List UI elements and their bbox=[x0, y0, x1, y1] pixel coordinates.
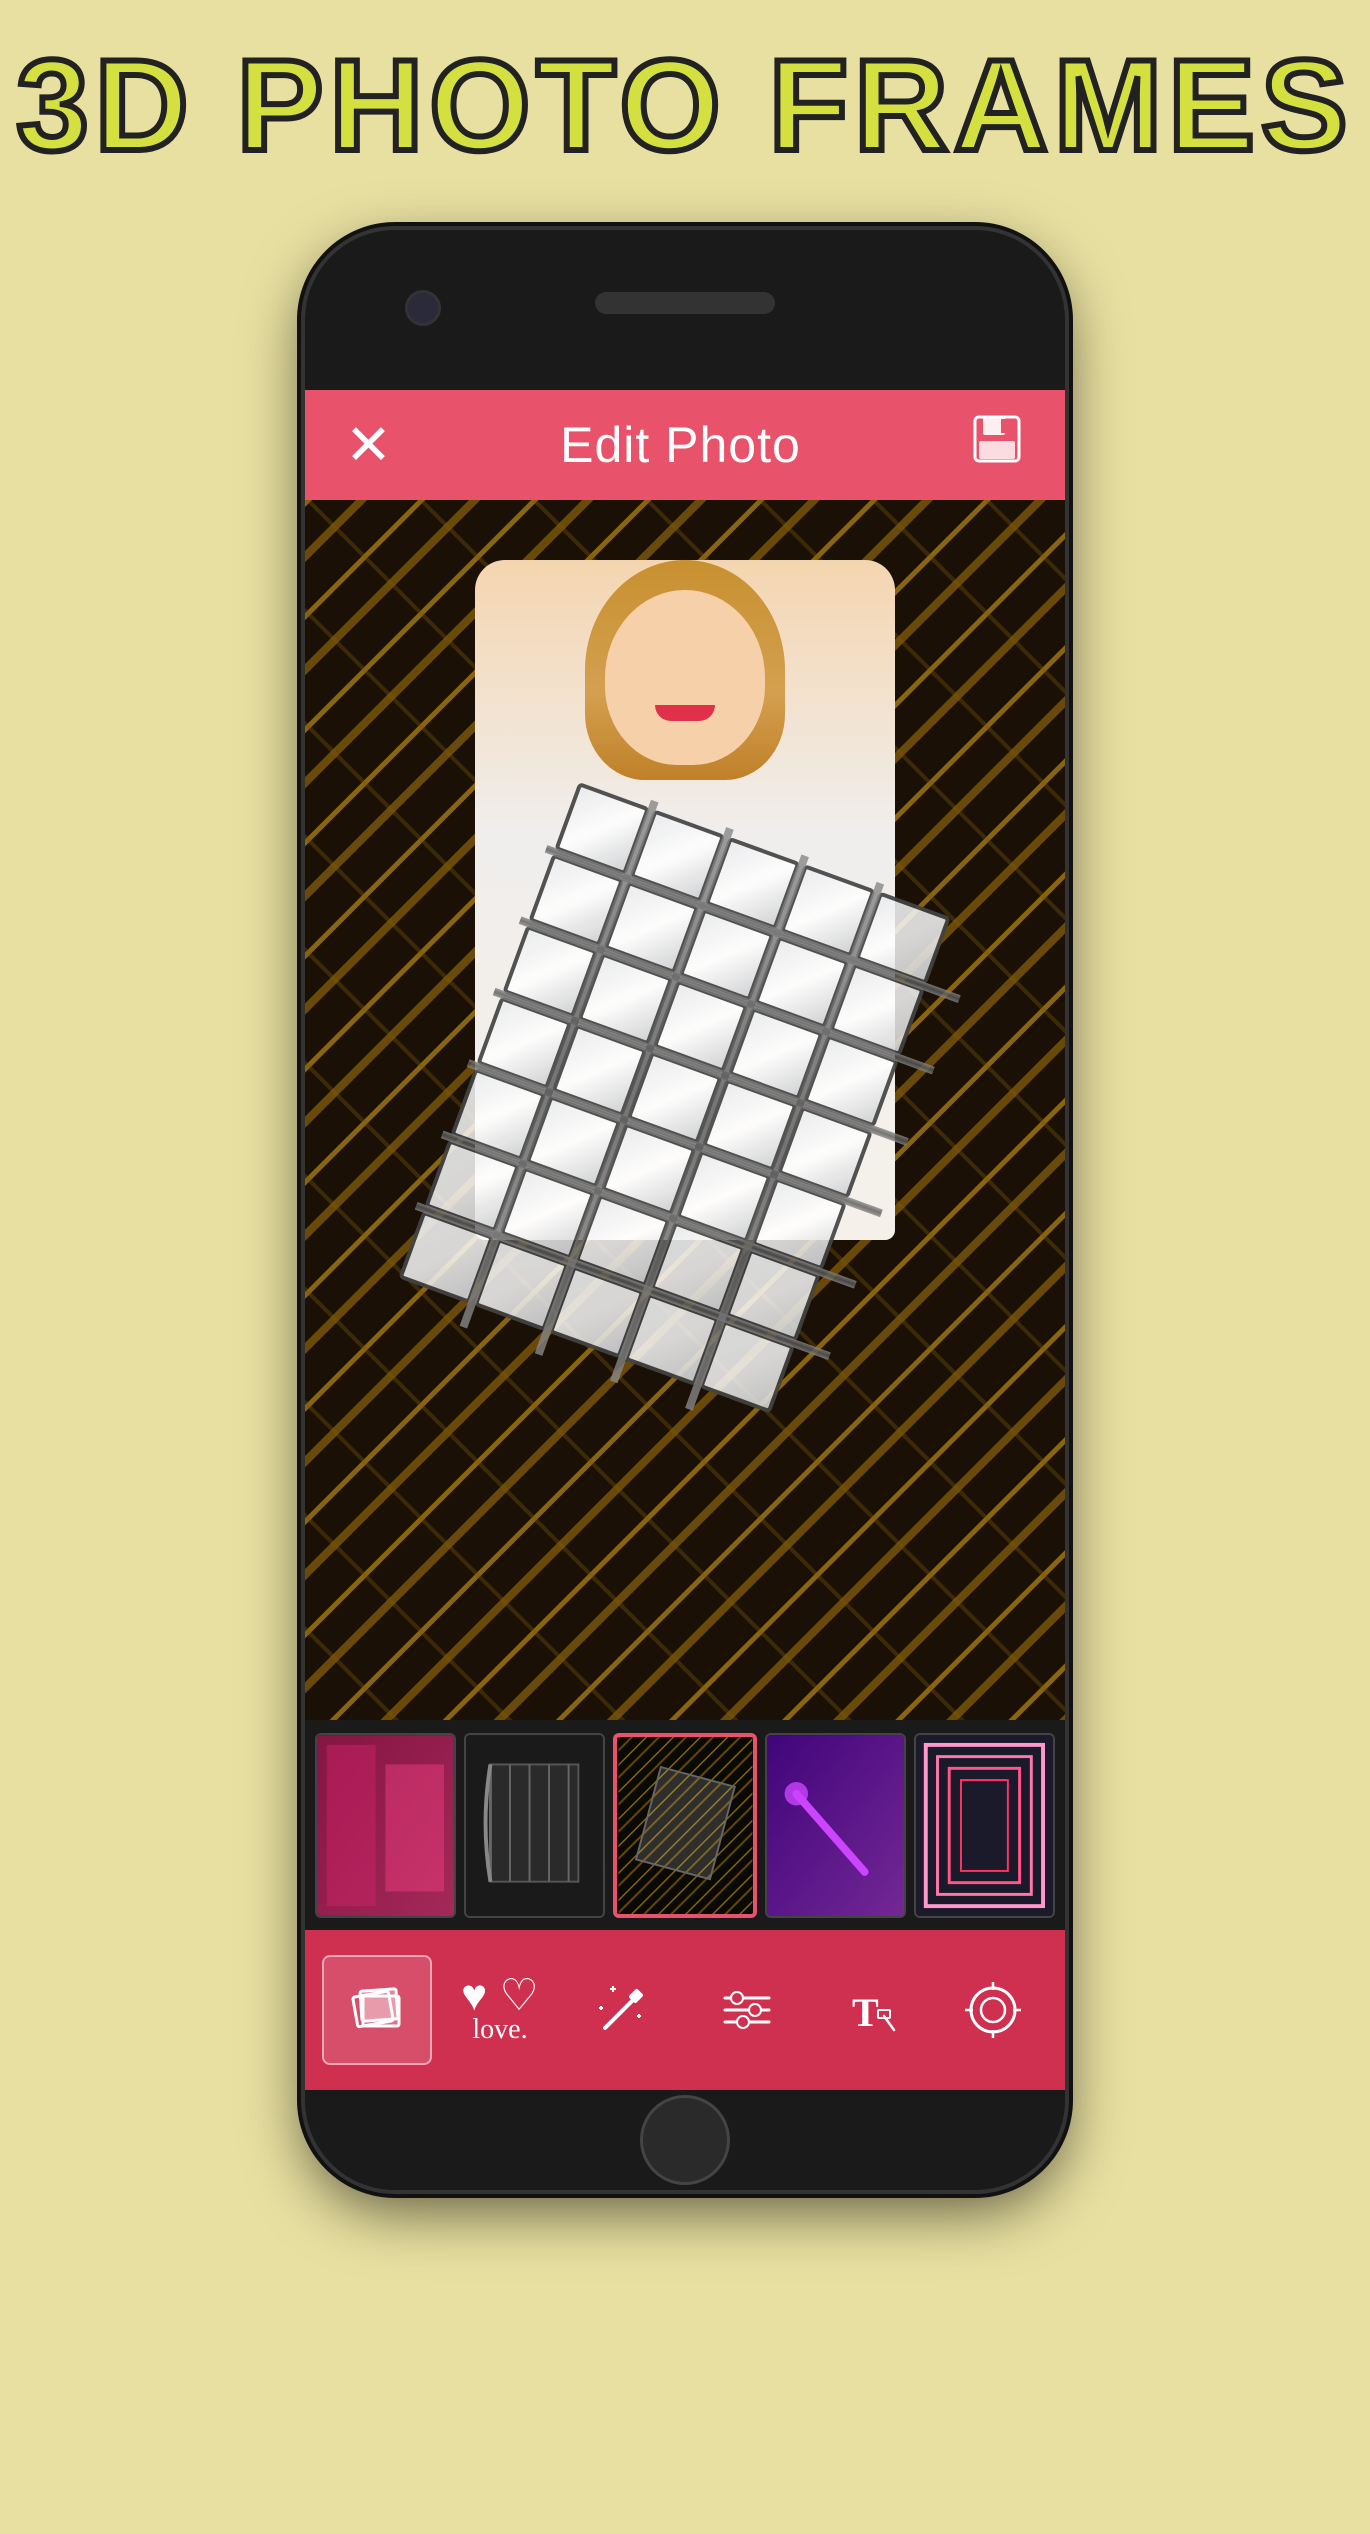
wand-icon bbox=[593, 1980, 653, 2040]
phone-container: ✕ Edit Photo bbox=[285, 230, 1085, 2330]
front-camera bbox=[405, 290, 441, 326]
adjust-icon bbox=[717, 1980, 777, 2040]
close-button[interactable]: ✕ bbox=[345, 417, 392, 473]
crop-icon bbox=[963, 1980, 1023, 2040]
thumbnail-5[interactable] bbox=[914, 1733, 1055, 1918]
phone-screen: ✕ Edit Photo bbox=[305, 390, 1065, 2090]
save-icon bbox=[969, 411, 1025, 467]
frames-icon bbox=[347, 1980, 407, 2040]
phone-shell: ✕ Edit Photo bbox=[305, 230, 1065, 2190]
save-button[interactable] bbox=[969, 411, 1025, 479]
stickers-icon: ♥ ♡ love. bbox=[461, 1974, 539, 2046]
thumbnails-strip bbox=[305, 1720, 1065, 1930]
toolbar-stickers-button[interactable]: ♥ ♡ love. bbox=[445, 1955, 555, 2065]
thumbnail-4[interactable] bbox=[765, 1733, 906, 1918]
toolbar-frames-button[interactable] bbox=[322, 1955, 432, 2065]
text-icon: T bbox=[840, 1980, 900, 2040]
phone-bottom-bar bbox=[305, 2090, 1065, 2190]
speaker-grille bbox=[595, 292, 775, 314]
toolbar-text-button[interactable]: T bbox=[815, 1955, 925, 2065]
photo-canvas bbox=[305, 500, 1065, 1720]
toolbar-crop-button[interactable] bbox=[938, 1955, 1048, 2065]
photo-edit-area bbox=[305, 500, 1065, 1720]
bottom-toolbar: ♥ ♡ love. bbox=[305, 1930, 1065, 2090]
app-header: ✕ Edit Photo bbox=[305, 390, 1065, 500]
toolbar-enhance-button[interactable] bbox=[568, 1955, 678, 2065]
header-title: Edit Photo bbox=[560, 416, 801, 474]
toolbar-adjust-button[interactable] bbox=[692, 1955, 802, 2065]
person-mouth bbox=[655, 705, 715, 721]
svg-text:T: T bbox=[852, 1990, 879, 2035]
person-face bbox=[605, 590, 765, 765]
app-title: 3D PHOTO FRAMES bbox=[16, 40, 1353, 170]
thumbnail-1[interactable] bbox=[315, 1733, 456, 1918]
thumbnail-3[interactable] bbox=[613, 1733, 758, 1918]
thumbnail-2[interactable] bbox=[464, 1733, 605, 1918]
phone-top-bar bbox=[305, 230, 1065, 390]
title-area: 3D PHOTO FRAMES bbox=[16, 40, 1353, 170]
home-button[interactable] bbox=[640, 2095, 730, 2185]
